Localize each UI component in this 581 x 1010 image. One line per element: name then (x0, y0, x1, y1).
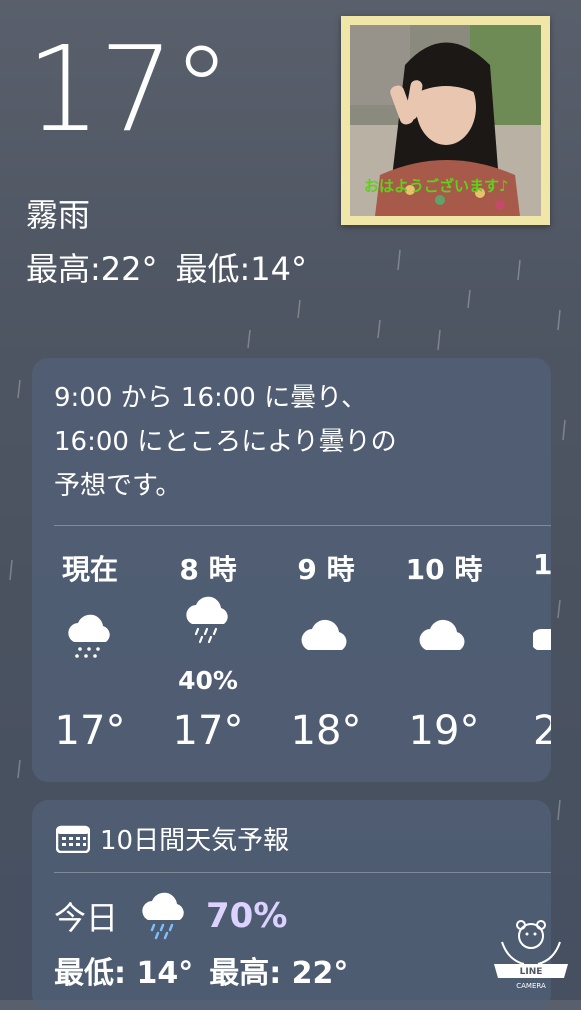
forecast-row-today[interactable]: 今日 70% (54, 892, 287, 940)
low-temperature: 最低:14° (175, 250, 308, 288)
day-label: 今日 (54, 899, 119, 937)
photo-image: おはようございます♪ (350, 25, 541, 216)
hour-temperature: 18° (290, 708, 362, 754)
precip-chance: 70% (206, 896, 288, 936)
divider (54, 872, 551, 873)
cloud-icon (530, 612, 551, 684)
sticker-photo: おはようございます♪ (341, 16, 550, 225)
hour-temperature: 2 (533, 708, 551, 754)
high-temperature: 最高: 22° (209, 956, 349, 991)
hour-label: 現在 (61, 553, 118, 586)
hourly-forecast-card[interactable]: 9:00 から 16:00 に曇り、 16:00 にところにより曇りの 予想です… (32, 358, 551, 782)
forecast-row-today-temps: 最低: 14° 最高: 22° (54, 948, 364, 992)
hour-column[interactable]: 10 時 19° (389, 548, 499, 754)
hour-column[interactable]: 現在 17° (35, 548, 145, 754)
hour-column-partial[interactable]: 1 2 (507, 548, 551, 754)
hour-label: 10 時 (405, 553, 483, 586)
hour-label: 9 時 (297, 553, 355, 586)
hour-column[interactable]: 9 時 18° (271, 548, 381, 754)
current-weather: 17° 霧雨 最高:22° 最低:14° (26, 30, 325, 290)
summary-line: 9:00 から 16:00 に曇り、 (54, 383, 368, 413)
precip-chance: 40% (178, 666, 238, 695)
hour-temperature: 19° (408, 708, 480, 754)
current-condition: 霧雨 (26, 196, 91, 234)
forecast-title: 10日間天気予報 (100, 826, 290, 856)
low-temperature: 最低: 14° (54, 956, 194, 991)
hour-label: 1 (533, 548, 551, 581)
forecast-summary: 9:00 から 16:00 に曇り、 16:00 にところにより曇りの 予想です… (54, 376, 544, 508)
hour-column[interactable]: 8 時 40% 17° (153, 548, 263, 754)
cloud-icon (389, 612, 499, 684)
calendar-icon (56, 825, 90, 853)
cloud-icon (271, 612, 381, 684)
badge-camera: CAMERA (516, 982, 546, 990)
hour-temperature: 17° (172, 708, 244, 754)
hour-label: 8 時 (179, 553, 237, 586)
current-temperature: 17° (26, 20, 231, 158)
divider (54, 525, 551, 526)
rain-icon (142, 892, 184, 940)
summary-line: 16:00 にところにより曇りの (54, 427, 397, 457)
photo-caption: おはようございます♪ (364, 177, 509, 195)
hour-temperature: 17° (54, 708, 126, 754)
rain-icon (153, 594, 263, 666)
ten-day-forecast-card[interactable]: 10日間天気予報 今日 70% 最低: 14° 最高: 22° (32, 800, 551, 1010)
forecast-header: 10日間天気予報 (56, 820, 289, 857)
drizzle-icon (35, 612, 145, 684)
high-temperature: 最高:22° (26, 250, 158, 288)
line-camera-watermark: LINE CAMERA (494, 920, 568, 990)
summary-line: 予想です。 (54, 471, 182, 501)
badge-line: LINE (520, 967, 543, 977)
high-low: 最高:22° 最低:14° (26, 244, 325, 290)
